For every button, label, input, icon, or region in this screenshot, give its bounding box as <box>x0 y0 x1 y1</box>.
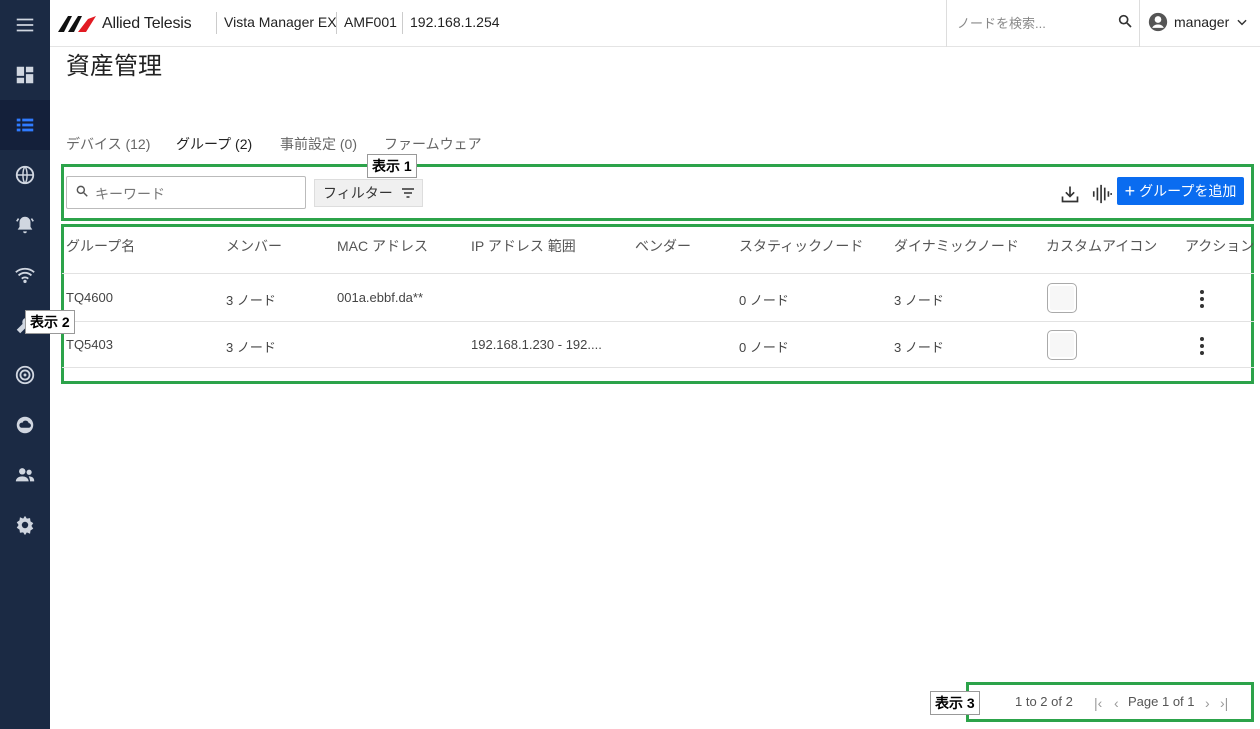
cell-members: 3 ノード <box>226 340 276 355</box>
cloud-icon[interactable] <box>0 400 50 450</box>
next-page-icon[interactable]: › <box>1205 695 1210 711</box>
search-icon <box>75 184 89 203</box>
wifi-icon[interactable] <box>0 250 50 300</box>
more-actions-icon[interactable] <box>1199 290 1205 308</box>
allied-telesis-logo-icon <box>58 16 96 32</box>
alarm-icon[interactable] <box>0 200 50 250</box>
account-icon <box>1148 12 1168 32</box>
user-name: manager <box>1174 14 1230 30</box>
network-name: AMF001 <box>344 14 397 30</box>
filter-button[interactable]: フィルター <box>314 179 423 207</box>
column-header-group-name[interactable]: グループ名 <box>66 236 135 256</box>
chevron-down-icon <box>1237 19 1247 26</box>
first-page-icon[interactable]: |‹ <box>1094 695 1102 711</box>
prev-page-icon[interactable]: ‹ <box>1114 695 1119 711</box>
cell-dynamic-nodes: 3 ノード <box>894 293 944 308</box>
table-divider <box>62 321 1254 322</box>
column-header-vendor[interactable]: ベンダー <box>635 236 691 256</box>
callout-label-3: 表示 3 <box>930 691 980 715</box>
cell-group-name[interactable]: TQ4600 <box>66 290 113 305</box>
radar-icon[interactable] <box>0 350 50 400</box>
product-name: Vista Manager EX <box>224 14 337 30</box>
filter-label: フィルター <box>323 185 393 201</box>
column-header-actions: アクション <box>1185 238 1255 254</box>
plus-icon: + <box>1124 181 1136 201</box>
keyword-search-input[interactable]: キーワード <box>66 176 306 209</box>
top-header: Allied Telesis Vista Manager EX AMF001 1… <box>50 0 1260 47</box>
user-menu[interactable]: manager <box>1148 12 1249 32</box>
brand-name: Allied Telesis <box>102 15 192 32</box>
node-search-placeholder: ノードを検索... <box>957 16 1046 31</box>
column-header-mac[interactable]: MAC アドレス <box>337 236 428 256</box>
table-divider <box>62 273 1254 274</box>
cell-members: 3 ノード <box>226 293 276 308</box>
tab-devices[interactable]: デバイス (12) <box>66 134 150 154</box>
column-header-dynamic-nodes[interactable]: ダイナミックノード <box>894 236 1019 256</box>
settings-icon[interactable] <box>0 500 50 550</box>
globe-icon[interactable] <box>0 150 50 200</box>
tab-firmware[interactable]: ファームウェア <box>384 134 482 154</box>
keyword-placeholder: キーワード <box>95 186 165 202</box>
asset-list-icon[interactable] <box>0 100 50 150</box>
cell-dynamic-nodes: 3 ノード <box>894 340 944 355</box>
dashboard-icon[interactable] <box>0 50 50 100</box>
custom-device-icon <box>1047 330 1077 360</box>
last-page-icon[interactable]: ›| <box>1220 695 1228 711</box>
column-header-members[interactable]: メンバー <box>226 236 282 256</box>
cell-static-nodes: 0 ノード <box>739 340 789 355</box>
search-icon[interactable] <box>1117 13 1133 34</box>
add-group-label: グループを追加 <box>1139 183 1237 199</box>
controller-ip: 192.168.1.254 <box>410 14 500 30</box>
column-settings-icon[interactable] <box>1091 183 1113 205</box>
callout-label-1: 表示 1 <box>367 154 417 178</box>
header-divider <box>216 12 217 34</box>
header-divider <box>402 12 403 34</box>
pagination-summary: 1 to 2 of 2 <box>1015 694 1073 709</box>
custom-device-icon <box>1047 283 1077 313</box>
download-icon[interactable] <box>1059 183 1081 205</box>
page-indicator: Page 1 of 1 <box>1128 694 1195 709</box>
tab-presettings[interactable]: 事前設定 (0) <box>280 134 357 154</box>
users-icon[interactable] <box>0 450 50 500</box>
sidebar <box>0 0 50 729</box>
menu-icon[interactable] <box>0 0 50 50</box>
tab-groups[interactable]: グループ (2) <box>176 134 252 154</box>
callout-box-3 <box>966 682 1254 722</box>
table-divider <box>62 367 1254 368</box>
brand-logo[interactable]: Allied Telesis <box>58 13 192 35</box>
callout-label-2: 表示 2 <box>25 310 75 334</box>
cell-group-name[interactable]: TQ5403 <box>66 337 113 352</box>
page-title: 資産管理 <box>66 53 162 80</box>
cell-static-nodes: 0 ノード <box>739 293 789 308</box>
header-divider <box>336 12 337 34</box>
column-header-static-nodes[interactable]: スタティックノード <box>739 236 863 256</box>
more-actions-icon[interactable] <box>1199 337 1205 355</box>
filter-icon <box>401 188 414 198</box>
column-header-custom-icon[interactable]: カスタムアイコン <box>1046 236 1157 256</box>
column-header-ip-range[interactable]: IP アドレス 範囲 <box>471 236 576 256</box>
cell-ip-range: 192.168.1.230 - 192.... <box>471 337 602 352</box>
cell-mac: 001a.ebbf.da** <box>337 290 424 305</box>
node-search-input[interactable]: ノードを検索... <box>946 0 1140 47</box>
add-group-button[interactable]: + グループを追加 <box>1117 177 1244 205</box>
